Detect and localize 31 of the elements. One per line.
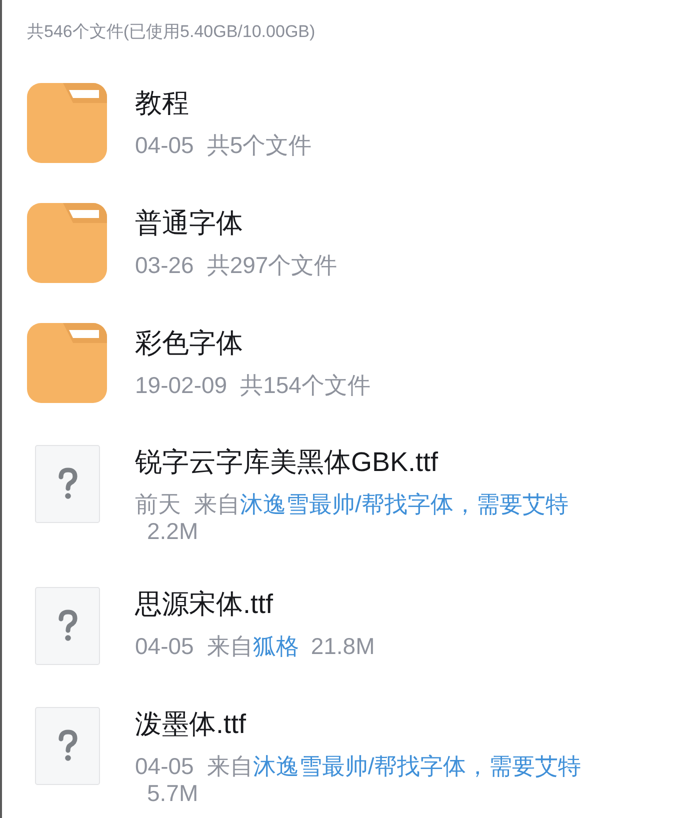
file-count: 共154个文件 [240,372,370,399]
source-label: 来自 [206,753,253,780]
file-count: 共297个文件 [206,252,338,279]
modified-date: 04-05 [135,753,194,780]
question-file-icon [35,587,100,665]
source-label: 来自 [194,491,240,518]
modified-date: 前天 [135,491,181,518]
modified-date: 04-05 [135,132,194,159]
source-link[interactable]: 沐逸雪最帅/帮找字体，需要艾特 [252,753,582,780]
folder-name: 彩色字体 [135,327,244,360]
modified-date: 19-02-09 [135,372,228,399]
question-file-icon [35,445,100,523]
source-label: 来自 [206,633,253,660]
folder-icon [27,203,107,283]
file-size: 21.8M [310,633,375,660]
folder-icon [27,83,107,163]
storage-summary: 共546个文件(已使用5.40GB/10.00GB) [26,21,316,43]
modified-date: 03-26 [135,252,194,279]
file-size: 5.7M [147,780,198,807]
file-size: 2.2M [147,518,198,545]
source-link[interactable]: 沐逸雪最帅/帮找字体，需要艾特 [240,491,568,518]
file-count: 共5个文件 [206,132,312,159]
file-name: 锐字云字库美黑体GBK.ttf [135,446,440,479]
folder-name: 普通字体 [135,207,244,240]
file-name: 思源宋体.ttf [135,588,274,621]
folder-icon [27,323,107,403]
source-link[interactable]: 狐格 [252,633,299,660]
folder-name: 教程 [135,87,190,120]
file-name: 泼墨体.ttf [135,708,248,741]
question-file-icon [35,707,100,785]
modified-date: 04-05 [135,633,194,660]
